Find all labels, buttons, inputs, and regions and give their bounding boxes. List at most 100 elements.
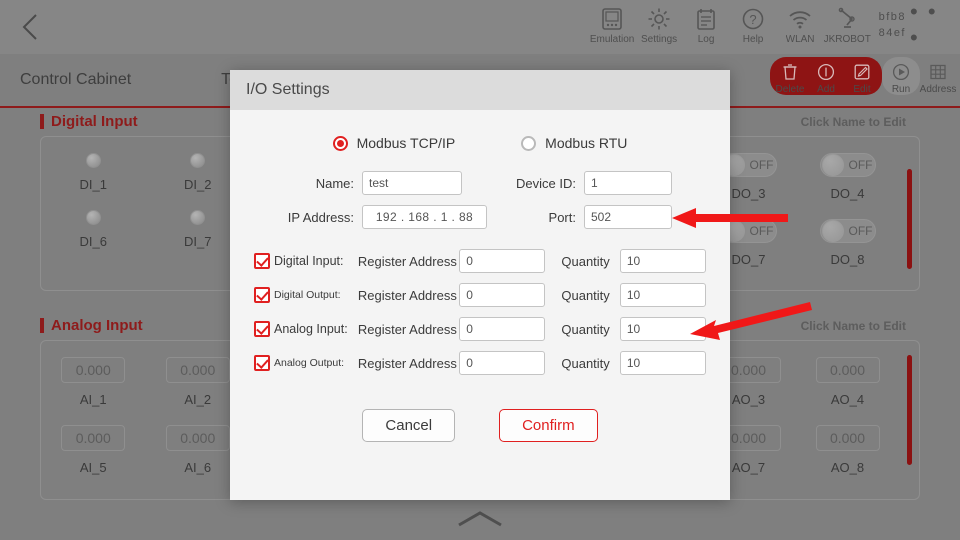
- register-title: Analog Output:: [274, 357, 358, 369]
- digital-output-checkbox[interactable]: [254, 287, 270, 303]
- analog-value[interactable]: 0.000: [166, 357, 230, 383]
- io-cell[interactable]: OFF DO_8: [798, 219, 897, 267]
- toggle-switch[interactable]: OFF: [820, 153, 876, 177]
- top-item-label: JKROBOT: [824, 34, 871, 45]
- panel-scrollbar[interactable]: [907, 169, 912, 269]
- io-name[interactable]: AI_6: [184, 460, 211, 475]
- io-name[interactable]: DI_6: [80, 234, 107, 249]
- analog-input-checkbox[interactable]: [254, 321, 270, 337]
- panel-scrollbar[interactable]: [907, 355, 912, 465]
- run-button[interactable]: Run: [882, 57, 920, 95]
- quantity-label: Quantity: [561, 322, 620, 337]
- delete-button[interactable]: Delete: [772, 57, 808, 95]
- io-cell[interactable]: 0.000 AO_4: [798, 357, 897, 407]
- analog-value[interactable]: 0.000: [166, 425, 230, 451]
- toggle-state: OFF: [849, 158, 873, 172]
- analog-input-address-input[interactable]: 0: [459, 317, 545, 341]
- overflow-menu-icon[interactable]: • • •: [910, 0, 954, 50]
- add-button[interactable]: Add: [808, 57, 844, 95]
- field-port: Port: 502: [506, 205, 672, 229]
- digital-input-quantity-input[interactable]: 10: [620, 249, 706, 273]
- tab-control-cabinet[interactable]: Control Cabinet: [6, 55, 145, 105]
- click-name-hint: Click Name to Edit: [801, 115, 906, 129]
- io-name[interactable]: AO_7: [732, 460, 765, 475]
- name-input[interactable]: test: [362, 171, 462, 195]
- title-accent-bar: [40, 318, 44, 333]
- io-name[interactable]: DI_7: [184, 234, 211, 249]
- io-name[interactable]: AI_1: [80, 392, 107, 407]
- io-name[interactable]: DI_2: [184, 177, 211, 192]
- radio-label: Modbus RTU: [545, 135, 627, 151]
- section-title-label: Digital Input: [51, 113, 138, 130]
- top-item-label: Settings: [641, 34, 677, 45]
- tool-label: Address: [920, 84, 957, 95]
- tool-label: Edit: [853, 84, 870, 95]
- device-id-input[interactable]: 1: [584, 171, 672, 195]
- analog-output-address-input[interactable]: 0: [459, 351, 545, 375]
- register-address-label: Register Address: [358, 356, 459, 371]
- top-item-wlan[interactable]: WLAN: [777, 0, 824, 50]
- analog-value[interactable]: 0.000: [816, 425, 880, 451]
- run-play-icon: [892, 61, 910, 83]
- analog-output-checkbox[interactable]: [254, 355, 270, 371]
- analog-value[interactable]: 0.000: [61, 425, 125, 451]
- ip-address-input[interactable]: 192 . 168 . 1 . 88: [362, 205, 487, 229]
- port-input[interactable]: 502: [584, 205, 672, 229]
- io-cell[interactable]: DI_1: [41, 153, 146, 192]
- radio-modbus-tcpip[interactable]: Modbus TCP/IP: [333, 135, 456, 151]
- toggle-state: OFF: [750, 158, 774, 172]
- io-cell[interactable]: 0.000 AI_5: [41, 425, 146, 475]
- io-cell[interactable]: 0.000 AO_8: [798, 425, 897, 475]
- cancel-button[interactable]: Cancel: [362, 409, 455, 442]
- digital-input-checkbox[interactable]: [254, 253, 270, 269]
- register-row-digital-output: Digital Output: Register Address 0 Quant…: [254, 283, 706, 307]
- back-button[interactable]: [0, 0, 60, 54]
- io-name[interactable]: AO_4: [831, 392, 864, 407]
- device-id-line1: bfb8: [879, 9, 906, 25]
- edit-button[interactable]: Edit: [844, 57, 880, 95]
- top-item-label: Help: [743, 34, 764, 45]
- section-title-label: Analog Input: [51, 317, 143, 334]
- io-name[interactable]: DO_4: [831, 186, 865, 201]
- io-name[interactable]: DO_7: [732, 252, 766, 267]
- protocol-radio-group: Modbus TCP/IP Modbus RTU: [230, 135, 730, 151]
- top-item-settings[interactable]: Settings: [636, 0, 683, 50]
- io-cell[interactable]: DI_6: [41, 210, 146, 249]
- analog-value[interactable]: 0.000: [61, 357, 125, 383]
- top-item-help[interactable]: ? Help: [730, 0, 777, 50]
- field-device-id: Device ID: 1: [488, 171, 672, 195]
- toggle-switch[interactable]: OFF: [820, 219, 876, 243]
- io-name[interactable]: AI_5: [80, 460, 107, 475]
- io-name[interactable]: DO_3: [732, 186, 766, 201]
- analog-output-quantity-input[interactable]: 10: [620, 351, 706, 375]
- top-item-emulation[interactable]: Emulation: [589, 0, 636, 50]
- io-name[interactable]: DO_8: [831, 252, 865, 267]
- io-name[interactable]: AO_3: [732, 392, 765, 407]
- device-id: bfb8 84ef: [871, 0, 910, 50]
- radio-modbus-rtu[interactable]: Modbus RTU: [521, 135, 627, 151]
- digital-output-address-input[interactable]: 0: [459, 283, 545, 307]
- digital-input-address-input[interactable]: 0: [459, 249, 545, 273]
- toggle-knob: [822, 220, 844, 242]
- io-cell[interactable]: OFF DO_4: [798, 153, 897, 201]
- top-item-jkrobot[interactable]: JKROBOT: [824, 0, 871, 50]
- io-name[interactable]: AI_2: [184, 392, 211, 407]
- ip-address-label: IP Address:: [254, 210, 354, 225]
- analog-input-quantity-input[interactable]: 10: [620, 317, 706, 341]
- analog-value[interactable]: 0.000: [816, 357, 880, 383]
- register-row-analog-output: Analog Output: Register Address 0 Quanti…: [254, 351, 706, 375]
- tool-label: Add: [817, 84, 835, 95]
- log-icon: [695, 5, 717, 32]
- register-title: Analog Input:: [274, 322, 358, 336]
- confirm-button[interactable]: Confirm: [499, 409, 598, 442]
- collapse-handle[interactable]: [0, 509, 960, 534]
- dialog-header: I/O Settings: [230, 70, 730, 110]
- address-button[interactable]: Address: [920, 57, 956, 95]
- io-name[interactable]: AO_8: [831, 460, 864, 475]
- io-name[interactable]: DI_1: [80, 177, 107, 192]
- top-item-log[interactable]: Log: [683, 0, 730, 50]
- io-cell[interactable]: 0.000 AI_1: [41, 357, 146, 407]
- field-name: Name: test: [254, 171, 488, 195]
- digital-output-quantity-input[interactable]: 10: [620, 283, 706, 307]
- register-row-analog-input: Analog Input: Register Address 0 Quantit…: [254, 317, 706, 341]
